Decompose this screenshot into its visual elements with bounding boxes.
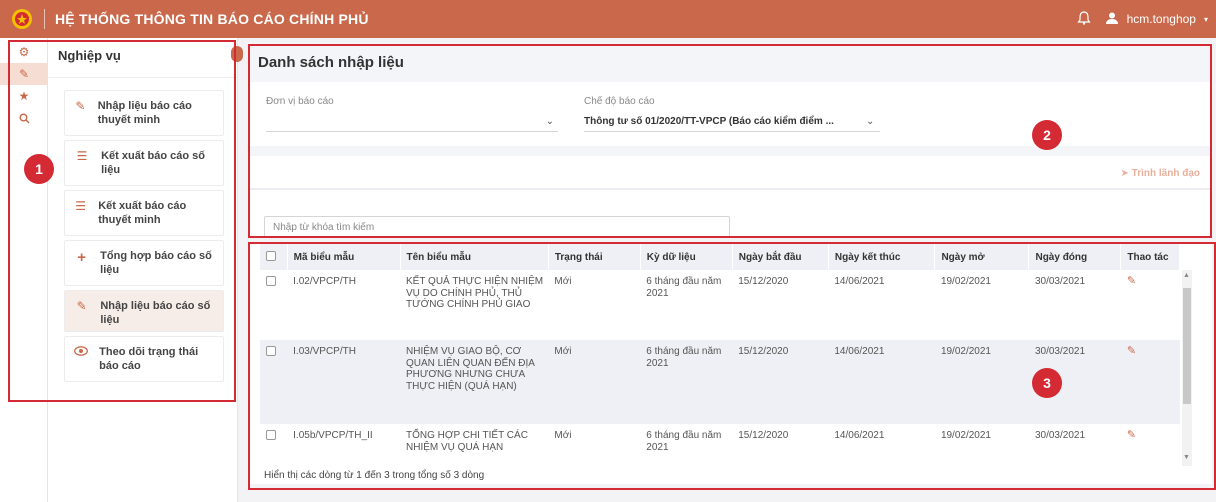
bell-icon[interactable] (1076, 10, 1091, 28)
annotation-badge-3: 3 (1032, 368, 1062, 398)
chevron-down-icon: ▾ (1203, 14, 1208, 24)
header-divider (44, 9, 45, 29)
annotation-box-2 (248, 44, 1212, 238)
national-emblem-icon[interactable] (0, 0, 44, 38)
user-icon (1105, 11, 1119, 28)
app-title: HỆ THỐNG THÔNG TIN BÁO CÁO CHÍNH PHỦ (55, 11, 369, 27)
annotation-box-1 (8, 40, 236, 402)
top-bar: HỆ THỐNG THÔNG TIN BÁO CÁO CHÍNH PHỦ hcm… (0, 0, 1216, 38)
annotation-box-3 (248, 242, 1216, 490)
user-menu[interactable]: hcm.tonghop ▾ (1105, 11, 1208, 28)
username: hcm.tonghop (1126, 12, 1196, 26)
annotation-badge-1: 1 (24, 154, 54, 184)
annotation-badge-2: 2 (1032, 120, 1062, 150)
